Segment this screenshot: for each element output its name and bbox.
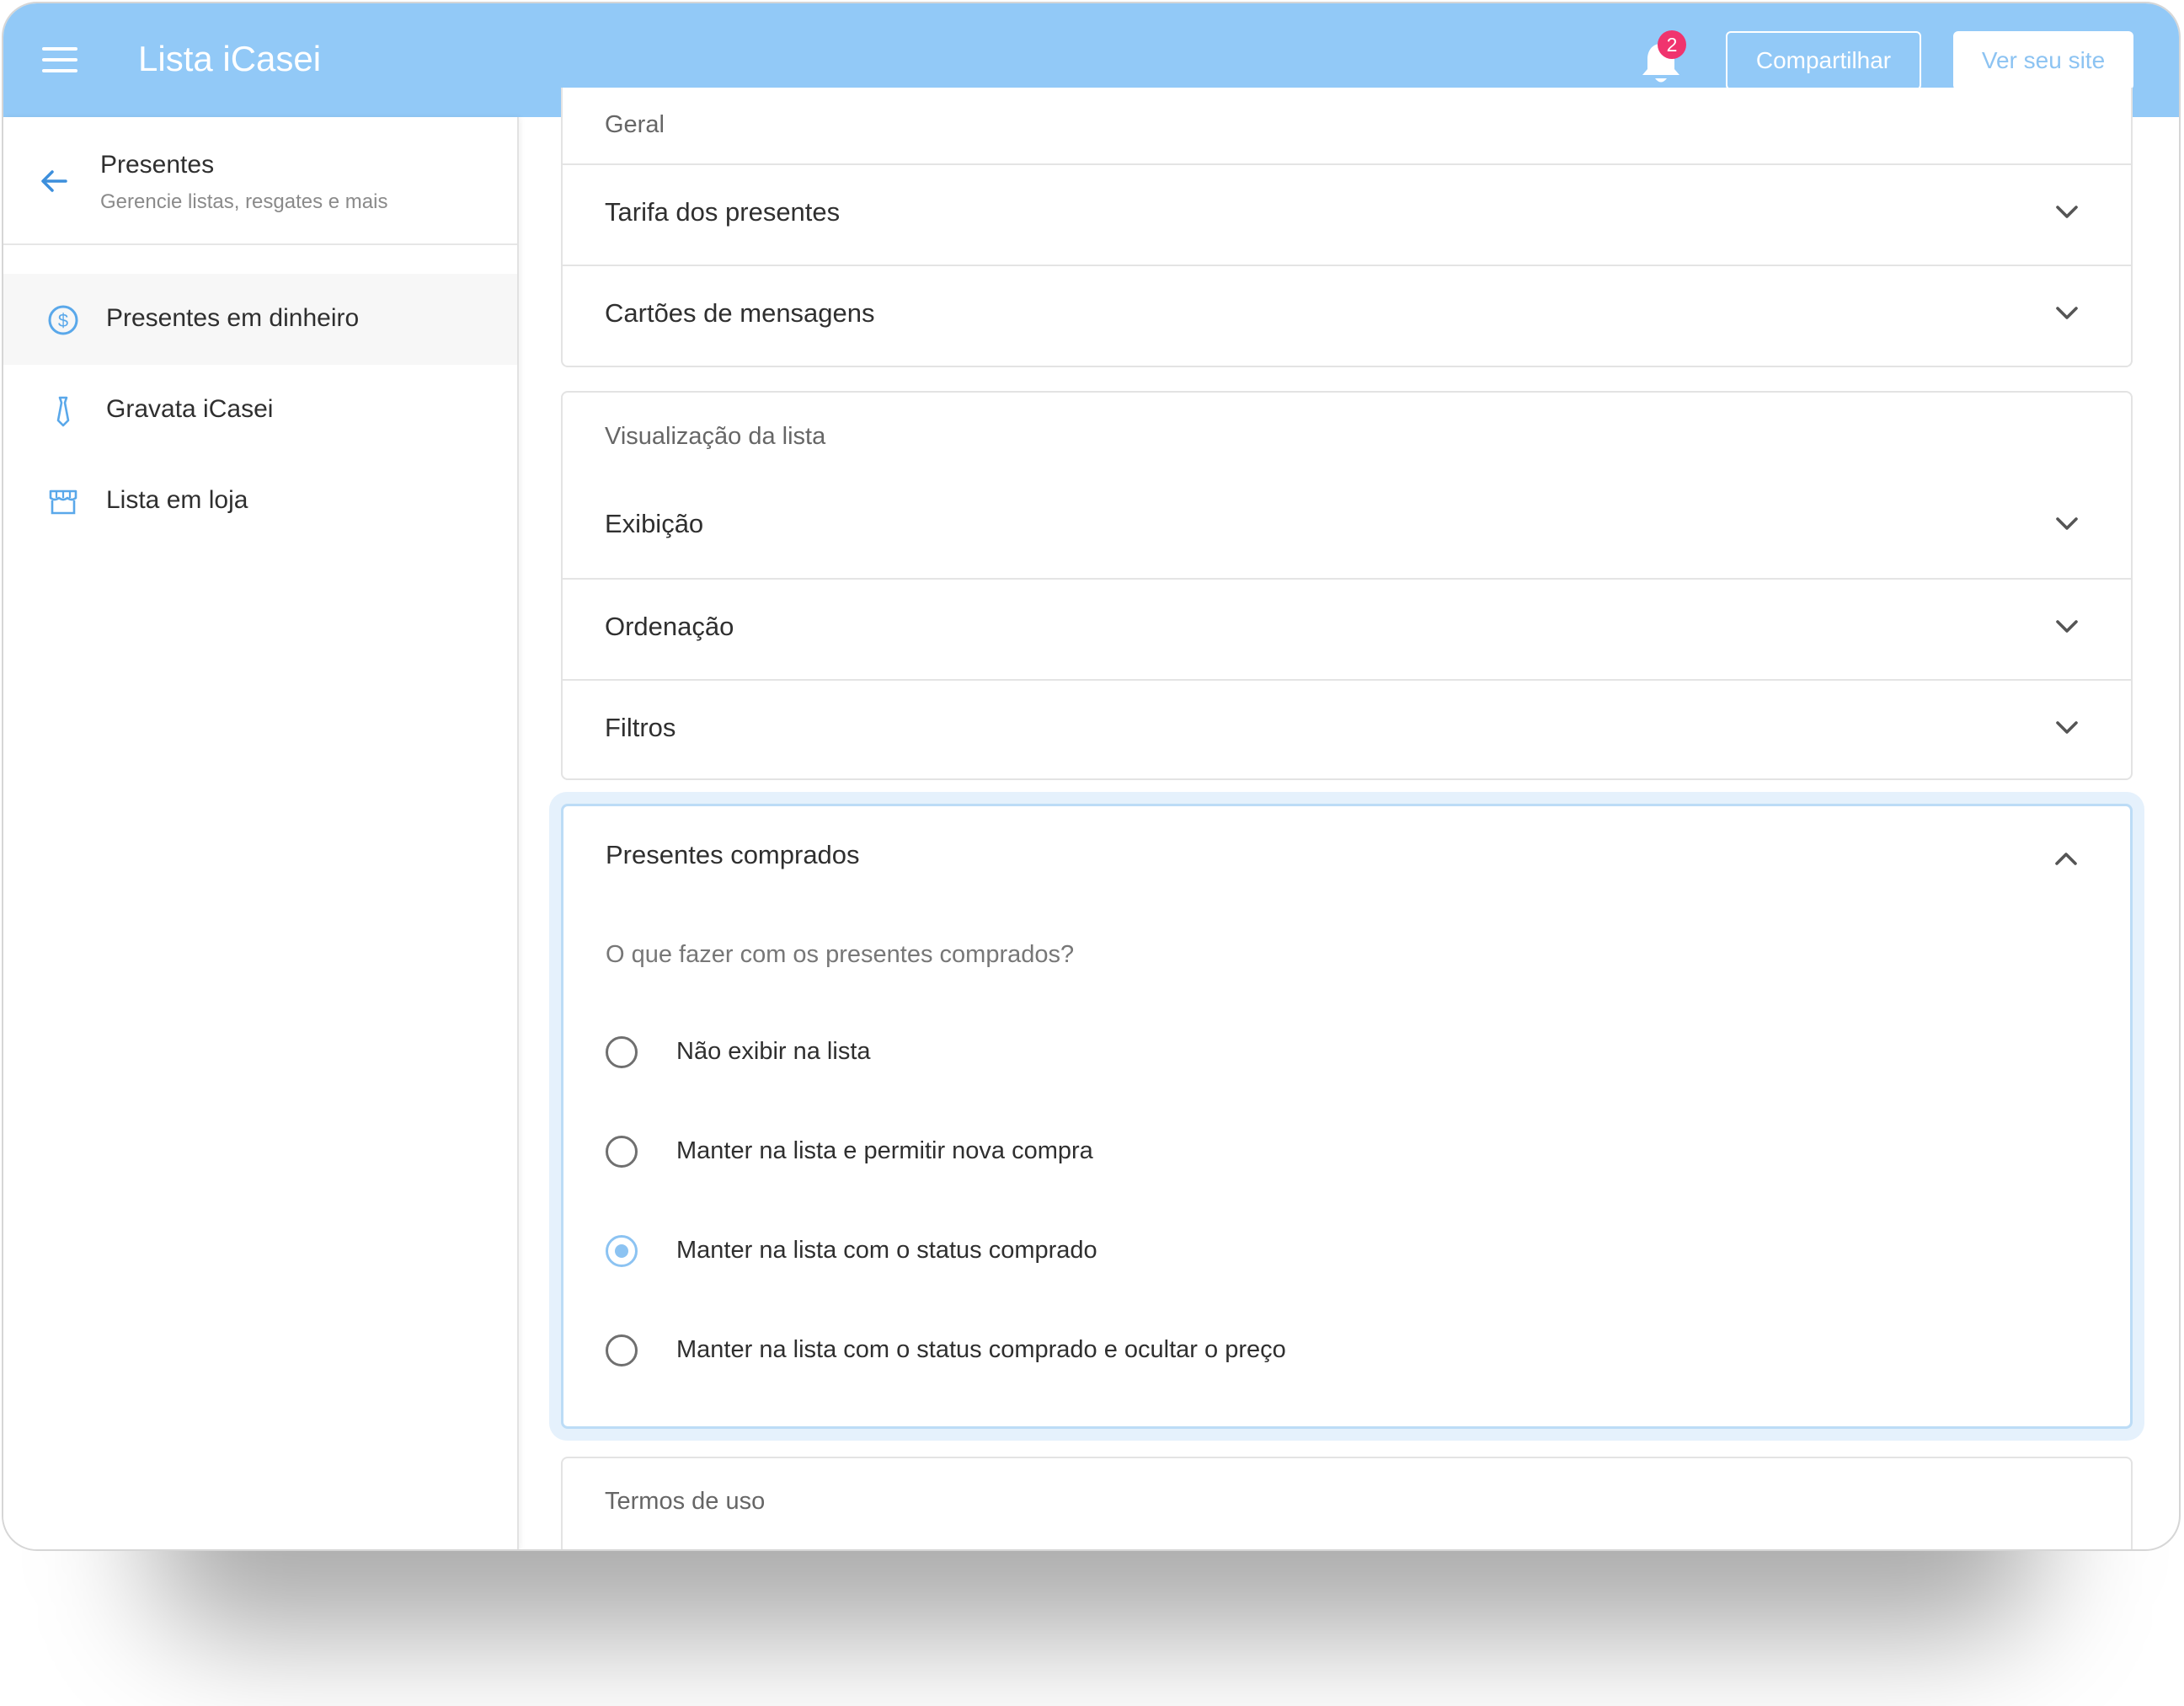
accordion-row-cartoes[interactable]: Cartões de mensagens <box>563 265 2131 366</box>
section-termos-header: Termos de uso <box>605 1488 766 1515</box>
section-visualizacao: Visualização da lista Exibição Ordenação… <box>561 391 2133 780</box>
share-button[interactable]: Compartilhar <box>1726 31 1921 90</box>
notification-badge: 2 <box>1658 30 1686 59</box>
section-termos-de-uso: Termos de uso <box>561 1457 2133 1549</box>
sidebar-title: Presentes <box>100 151 215 179</box>
accordion-row-label: Tarifa dos presentes <box>605 197 841 227</box>
store-icon <box>47 486 79 518</box>
chevron-down-icon <box>2056 517 2078 530</box>
sidebar-item-label: Lista em loja <box>106 486 248 514</box>
sidebar-item-label: Gravata iCasei <box>106 395 274 423</box>
radio-option-label: Manter na lista e permitir nova compra <box>676 1137 1093 1164</box>
radio-button[interactable] <box>606 1036 638 1068</box>
accordion-row-filtros[interactable]: Filtros <box>563 679 2131 778</box>
radio-option-ocultar-preco[interactable]: Manter na lista com o status comprado e … <box>606 1334 1869 1377</box>
sidebar-item-presentes-em-dinheiro[interactable]: $ Presentes em dinheiro <box>3 274 517 365</box>
chevron-up-icon <box>2055 853 2077 865</box>
sidebar-item-gravata-icasei[interactable]: Gravata iCasei <box>3 365 517 456</box>
radio-option-label: Manter na lista com o status comprado <box>676 1237 1097 1264</box>
chevron-down-icon <box>2056 307 2078 319</box>
accordion-row-ordenacao[interactable]: Ordenação <box>563 578 2131 679</box>
section-geral-header: Geral <box>605 111 665 138</box>
radio-button-selected[interactable] <box>606 1235 638 1267</box>
sidebar-subtitle: Gerencie listas, resgates e mais <box>100 190 388 213</box>
svg-text:$: $ <box>58 310 68 331</box>
radio-button[interactable] <box>606 1136 638 1168</box>
app-window: Lista iCasei 2 Compartilhar Ver seu site… <box>2 2 2181 1551</box>
sidebar-item-lista-em-loja[interactable]: Lista em loja <box>3 456 517 547</box>
accordion-header-presentes-comprados[interactable]: Presentes comprados <box>563 806 2130 907</box>
radio-option-permitir-nova-compra[interactable]: Manter na lista e permitir nova compra <box>606 1136 1869 1178</box>
section-visualizacao-header: Visualização da lista <box>605 423 826 450</box>
sidebar: Presentes Gerencie listas, resgates e ma… <box>3 117 519 1549</box>
radio-option-status-comprado[interactable]: Manter na lista com o status comprado <box>606 1235 1869 1277</box>
accordion-row-label: Ordenação <box>605 612 734 641</box>
section-geral: Geral Tarifa dos presentes Cartões de me… <box>561 88 2133 367</box>
radio-button[interactable] <box>606 1334 638 1366</box>
accordion-row-exibicao[interactable]: Exibição <box>563 477 2131 578</box>
hamburger-menu-icon[interactable] <box>42 47 77 72</box>
radio-option-nao-exibir[interactable]: Não exibir na lista <box>606 1036 1869 1078</box>
section-presentes-comprados: Presentes comprados O que fazer com os p… <box>561 804 2133 1429</box>
back-arrow-icon[interactable] <box>39 166 69 196</box>
dollar-circle-icon: $ <box>47 304 79 336</box>
app-title: Lista iCasei <box>138 39 322 78</box>
question-text: O que fazer com os presentes comprados? <box>606 941 1075 968</box>
chevron-down-icon <box>2056 721 2078 734</box>
sidebar-item-label: Presentes em dinheiro <box>106 304 360 332</box>
view-site-button[interactable]: Ver seu site <box>1953 31 2133 90</box>
tie-icon <box>47 395 79 427</box>
accordion-row-label: Filtros <box>605 713 676 742</box>
accordion-row-tarifa[interactable]: Tarifa dos presentes <box>563 163 2131 265</box>
radio-option-label: Manter na lista com o status comprado e … <box>676 1336 1286 1363</box>
accordion-row-label: Exibição <box>605 509 704 538</box>
chevron-down-icon <box>2056 206 2078 218</box>
chevron-down-icon <box>2056 620 2078 633</box>
section-title: Presentes comprados <box>606 840 860 869</box>
radio-option-label: Não exibir na lista <box>676 1038 871 1065</box>
accordion-row-label: Cartões de mensagens <box>605 298 875 328</box>
sidebar-divider <box>3 243 517 245</box>
